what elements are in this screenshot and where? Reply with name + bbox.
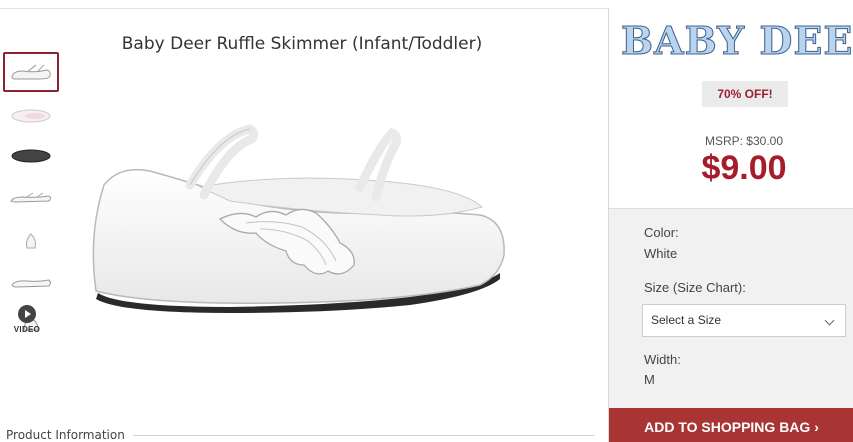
product-title: Baby Deer Ruffle Skimmer (Infant/Toddler…: [121, 34, 483, 54]
color-value: White: [644, 246, 678, 261]
thumbnail-top-view[interactable]: [3, 96, 59, 136]
product-information-label: Product Information: [6, 428, 125, 442]
purchase-panel: BABY DEER 70% OFF! MSRP: $30.00 $9.00 Co…: [608, 8, 853, 442]
thumbnail-side-view[interactable]: [3, 52, 59, 92]
width-label: Width:: [644, 352, 681, 367]
msrp-price: MSRP: $30.00: [704, 134, 784, 148]
product-options: Color: White Size (Size Chart): Select a…: [609, 208, 853, 408]
size-label[interactable]: Size (Size Chart):: [644, 280, 746, 295]
thumbnail-pair-view[interactable]: [3, 178, 59, 218]
size-select-value: Select a Size: [651, 313, 722, 327]
thumbnail-inner-view[interactable]: [3, 262, 59, 302]
product-information-divider: [132, 434, 594, 436]
thumbnail-front-view[interactable]: [3, 220, 59, 260]
product-information-header: Product Information: [6, 427, 594, 442]
add-to-shopping-bag-button[interactable]: ADD TO SHOPPING BAG ›: [609, 408, 853, 442]
color-label: Color:: [644, 225, 679, 240]
chevron-down-icon: [824, 315, 835, 326]
top-divider: [0, 8, 608, 9]
thumbnail-sole-view[interactable]: [3, 136, 59, 176]
video-thumbnail[interactable]: VIDEO: [4, 305, 50, 339]
product-main-image[interactable]: [80, 115, 540, 325]
width-value: M: [644, 372, 655, 387]
discount-badge: 70% OFF!: [702, 81, 788, 107]
sale-price: $9.00: [701, 149, 787, 187]
play-icon: [18, 305, 36, 323]
video-label: VIDEO: [13, 325, 41, 334]
size-select[interactable]: Select a Size: [642, 304, 846, 337]
brand-logo[interactable]: BABY DEER: [621, 18, 853, 64]
